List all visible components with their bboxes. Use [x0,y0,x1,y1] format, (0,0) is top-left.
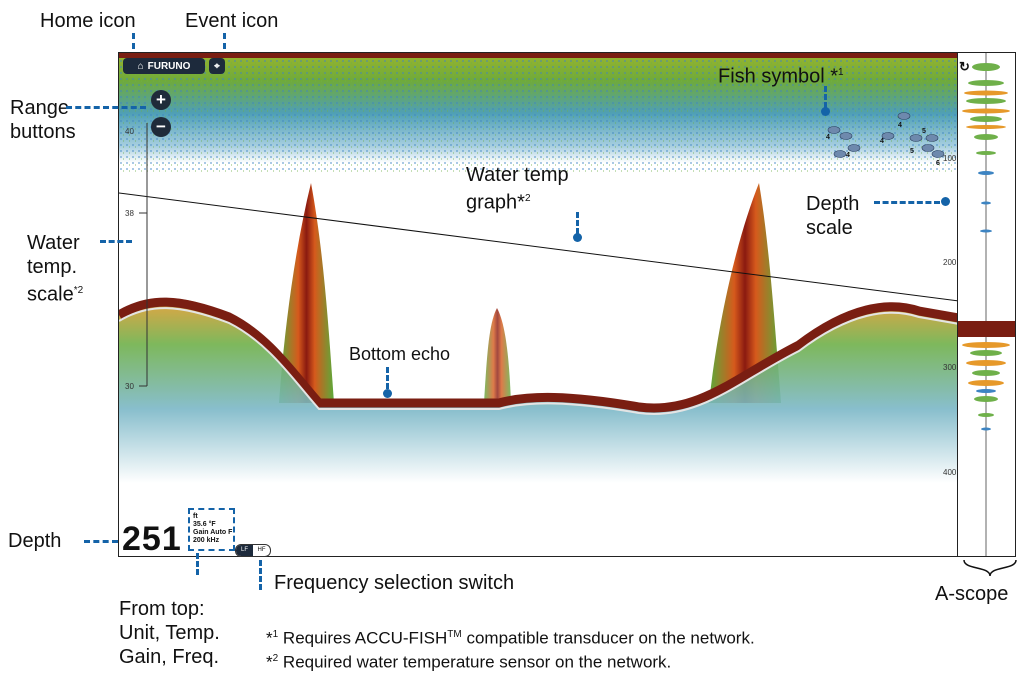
leader-line [196,553,199,575]
leader-line [824,86,827,108]
range-plus-button[interactable]: + [151,90,171,110]
fish-size-label: 4 [826,134,830,141]
fish-size-label: 4 [898,122,902,129]
callout-depth-scale-line1: Depth [806,193,860,215]
fish-symbol-icon [827,112,945,158]
echogram-display: ⌂ FURUNO ⌖ + − 40 38 30 100 200 300 400 … [118,52,958,557]
water-temp-graph-text: graph* [466,191,525,214]
freq-option-lf[interactable]: LF [236,545,253,556]
water-temp-graph-sup: 2 [524,193,531,204]
fish-size-label: 4 [880,138,884,145]
plus-icon: + [156,90,166,109]
leader-dot [821,107,830,116]
callout-frequency-switch: Frequency selection switch [274,572,515,594]
leader-line [132,33,135,49]
callout-from-top-line3: Gain, Freq. [119,646,220,668]
leader-line [259,560,262,590]
minus-icon: − [156,117,166,136]
leader-line [576,212,579,234]
callout-home-icon: Home icon [40,10,136,32]
callout-water-temp-scale-line2: temp. [27,256,78,278]
leader-dot [383,389,392,398]
frequency-label: 200 kHz [193,537,220,544]
fish-symbol-text: Fish symbol * [718,65,839,88]
brand-label: FURUNO [147,60,191,72]
refresh-icon[interactable]: ↻ [959,59,970,75]
fish-size-label: 4 [846,152,850,159]
temperature-label: 35.6 °F [193,521,216,528]
frequency-selection-switch[interactable]: LF HF [235,544,271,557]
depth-scale-label: 200 [943,258,957,267]
callout-water-temp-scale-line3: scale*2 [27,280,83,306]
callout-bottom-echo: Bottom echo [349,344,451,364]
callout-depth-scale-line2: scale [806,217,853,239]
footnote-2: *2 Required water temperature sensor on … [266,652,672,672]
freq-option-hf[interactable]: HF [253,545,270,556]
leader-line [223,33,226,49]
leader-line [66,106,146,109]
callout-event-icon: Event icon [185,10,279,32]
fish-symbol-group: 4 4 4 4 5 5 6 [824,108,949,168]
callout-a-scope: A-scope [935,583,1009,605]
callout-water-temp-graph-line2: graph*2 [466,188,531,214]
leader-dot [941,197,950,206]
unit-label: ft [193,513,198,520]
leader-dot [573,233,582,242]
callout-from-top-line2: Unit, Temp. [119,622,220,644]
callout-fish-symbol: Fish symbol *1 [718,62,844,88]
fish-size-label: 5 [910,148,914,155]
temp-scale-label: 40 [125,127,134,136]
callout-depth: Depth [8,530,62,552]
temp-scale-label: 38 [125,209,134,218]
depth-readout: 251 [122,520,182,558]
event-pin-icon: ⌖ [214,60,220,72]
leader-line [874,201,940,204]
range-minus-button[interactable]: − [151,117,171,137]
footnote-1: *1 Requires ACCU-FISHTM compatible trans… [266,628,755,648]
depth-scale-label: 400 [943,468,957,477]
water-temp-scale-text: scale [27,283,74,306]
fish-size-label: 5 [922,128,926,135]
temp-scale-label: 30 [125,382,134,391]
gain-label: Gain Auto F [193,529,233,536]
water-temp-scale-sup: *2 [73,285,84,296]
callout-from-top-line1: From top: [119,598,205,620]
callout-range-buttons-line2: buttons [10,121,76,143]
a-scope-image [958,53,1015,556]
info-box: ft 35.6 °F Gain Auto F 200 kHz [188,508,235,551]
leader-line [386,367,389,389]
leader-line [100,240,132,243]
callout-water-temp-scale-line1: Water [27,232,80,254]
event-button[interactable]: ⌖ [209,58,225,74]
a-scope-panel: ↻ [958,52,1016,557]
home-icon: ⌂ [137,60,144,72]
fish-symbol-sup: 1 [838,67,844,78]
top-status-strip [119,53,957,58]
a-scope-brace [963,559,1017,577]
leader-line [84,540,118,543]
depth-scale-label: 300 [943,363,957,372]
callout-range-buttons-line1: Range [10,97,69,119]
callout-water-temp-graph-line1: Water temp [466,164,569,186]
home-button[interactable]: ⌂ FURUNO [123,58,205,74]
fish-size-label: 6 [936,160,940,167]
